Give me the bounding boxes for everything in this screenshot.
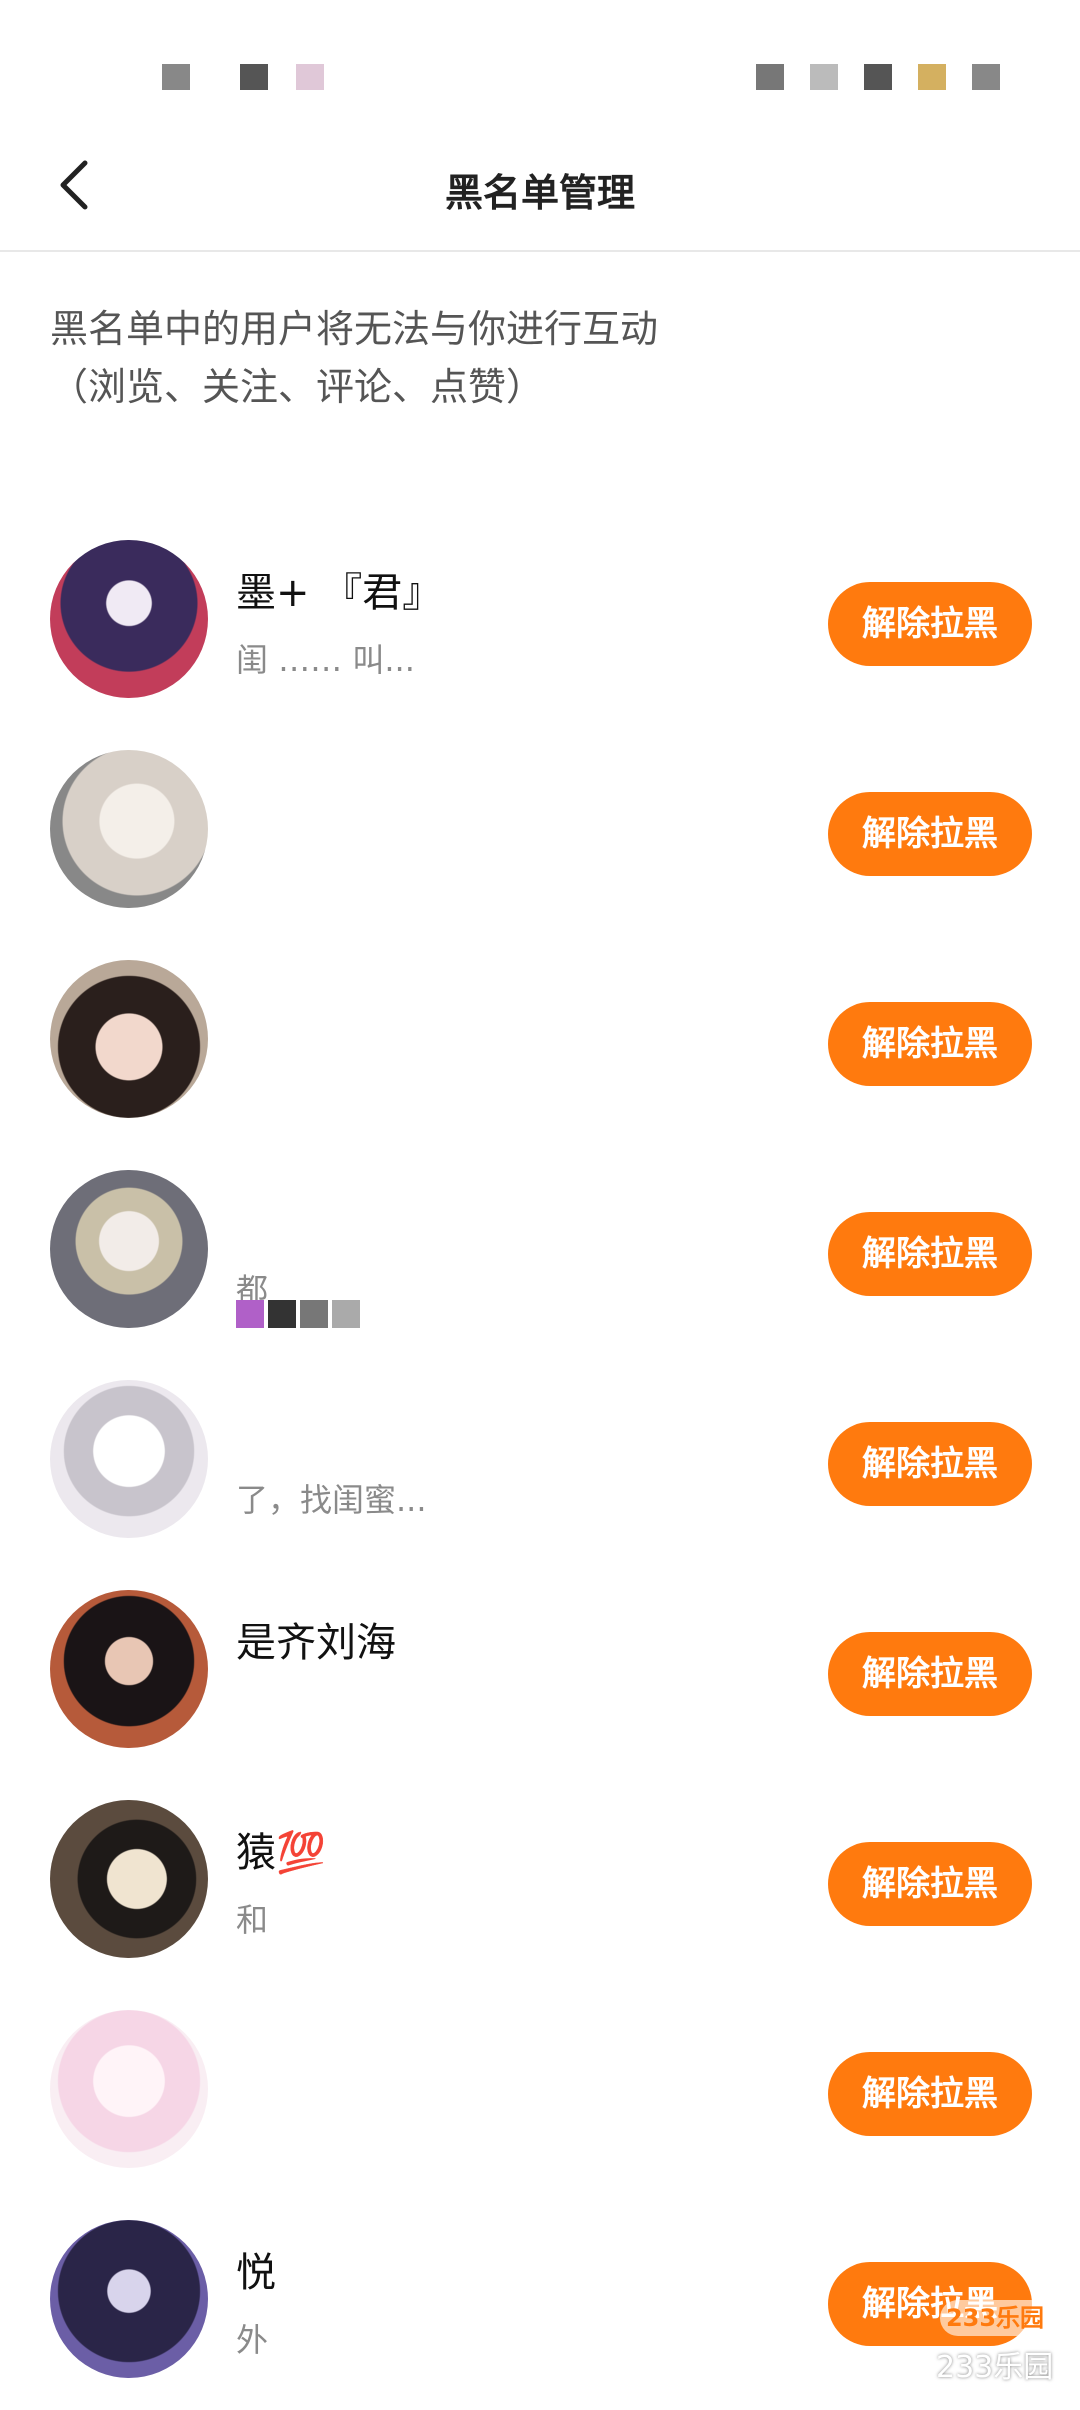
avatar[interactable] <box>50 2220 208 2378</box>
notice-line-2: （浏览、关注、评论、点赞） <box>50 365 545 409</box>
avatar[interactable] <box>50 750 208 908</box>
user-name: 猿💯 <box>236 1830 326 1876</box>
user-bio: 闺 …… 叫... <box>236 641 415 679</box>
avatar[interactable] <box>50 2010 208 2168</box>
list-item: 解除拉黑 <box>0 730 1080 940</box>
avatar[interactable] <box>50 540 208 698</box>
unblock-button[interactable]: 解除拉黑 <box>828 2052 1032 2136</box>
list-item: 了，找闺蜜... 解除拉黑 <box>0 1360 1080 1570</box>
status-indicator <box>972 64 1000 90</box>
blacklist-notice: 黑名单中的用户将无法与你进行互动 （浏览、关注、评论、点赞） <box>50 300 1030 416</box>
list-item: 墨+ 『君』 闺 …… 叫... 解除拉黑 <box>0 520 1080 730</box>
page-title: 黑名单管理 <box>444 171 635 215</box>
user-bio: 和 <box>236 1901 269 1939</box>
user-name: 悦 <box>236 2250 276 2296</box>
watermark-badge: 233乐园 <box>940 2300 1050 2336</box>
status-indicator <box>240 64 268 90</box>
list-item: 解除拉黑 <box>0 1990 1080 2200</box>
avatar[interactable] <box>50 1380 208 1538</box>
user-bio: 了，找闺蜜... <box>236 1481 427 1519</box>
unblock-button[interactable]: 解除拉黑 <box>828 1632 1032 1716</box>
status-indicator <box>810 64 838 90</box>
unblock-button[interactable]: 解除拉黑 <box>828 1002 1032 1086</box>
list-item: 是齐刘海 解除拉黑 <box>0 1570 1080 1780</box>
nav-bar: 黑名单管理 <box>0 120 1080 252</box>
unblock-button[interactable]: 解除拉黑 <box>828 1842 1032 1926</box>
notice-line-1: 黑名单中的用户将无法与你进行互动 <box>50 307 659 351</box>
user-name: 墨+ 『君』 <box>236 570 443 616</box>
user-bio: 外 <box>236 2321 269 2359</box>
status-indicator <box>162 64 190 90</box>
status-indicator <box>756 64 784 90</box>
mosaic-block <box>236 1300 364 1332</box>
user-name: 是齐刘海 <box>236 1620 396 1666</box>
avatar[interactable] <box>50 1590 208 1748</box>
avatar[interactable] <box>50 1170 208 1328</box>
status-indicator <box>864 64 892 90</box>
list-item: 猿💯 和 解除拉黑 <box>0 1780 1080 1990</box>
unblock-button[interactable]: 解除拉黑 <box>828 792 1032 876</box>
watermark-text: 233乐园 <box>936 2350 1054 2385</box>
unblock-button[interactable]: 解除拉黑 <box>828 582 1032 666</box>
battery-icon <box>918 64 946 90</box>
list-item: 悦 外 解除拉黑 <box>0 2200 1080 2410</box>
avatar[interactable] <box>50 960 208 1118</box>
avatar[interactable] <box>50 1800 208 1958</box>
unblock-button[interactable]: 解除拉黑 <box>828 1212 1032 1296</box>
list-item: 解除拉黑 <box>0 940 1080 1150</box>
unblock-button[interactable]: 解除拉黑 <box>828 1422 1032 1506</box>
status-indicator <box>296 64 324 90</box>
privacy-mosaic <box>236 1300 616 1340</box>
status-bar <box>0 0 1080 120</box>
